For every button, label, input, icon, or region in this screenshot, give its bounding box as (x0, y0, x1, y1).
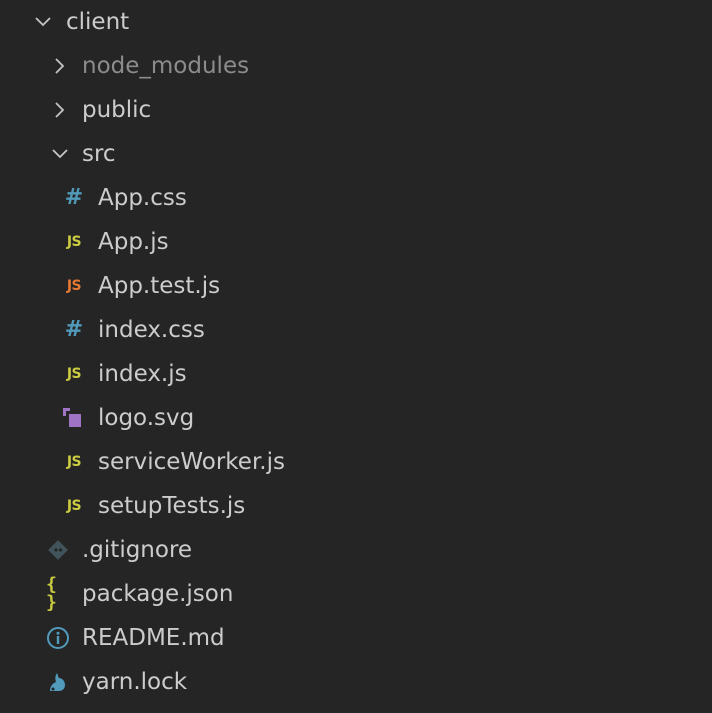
file-label: logo.svg (98, 405, 195, 431)
yarn-file-icon (46, 670, 70, 694)
folder-src[interactable]: src (0, 132, 712, 176)
file-logo-svg[interactable]: logo.svg (0, 396, 712, 440)
chevron-down-icon[interactable] (33, 12, 53, 32)
file-yarn-lock[interactable]: yarn.lock (0, 660, 712, 704)
file-app-js[interactable]: JS App.js (0, 220, 712, 264)
folder-public[interactable]: public (0, 88, 712, 132)
file-index-js[interactable]: JS index.js (0, 352, 712, 396)
javascript-file-icon: JS (66, 234, 82, 250)
folder-label: src (82, 141, 116, 167)
file-index-css[interactable]: # index.css (0, 308, 712, 352)
file-explorer-tree: client node_modules public src # App.css… (0, 0, 712, 713)
javascript-file-icon: JS (66, 454, 82, 470)
file-package-json[interactable]: { } package.json (0, 572, 712, 616)
file-setup-tests-js[interactable]: JS setupTests.js (0, 484, 712, 528)
chevron-right-icon[interactable] (50, 56, 70, 76)
file-label: setupTests.js (98, 493, 246, 519)
file-label: README.md (82, 625, 225, 651)
file-app-css[interactable]: # App.css (0, 176, 712, 220)
file-label: index.js (98, 361, 187, 387)
folder-label: node_modules (82, 53, 250, 79)
file-label: yarn.lock (82, 669, 188, 695)
git-file-icon (46, 538, 70, 562)
json-file-icon: { } (46, 574, 59, 613)
file-label: index.css (98, 317, 205, 343)
svg-file-icon (60, 406, 84, 430)
javascript-file-icon: JS (66, 366, 82, 382)
javascript-test-file-icon: JS (66, 278, 82, 294)
file-label: package.json (82, 581, 234, 607)
file-label: App.test.js (98, 273, 221, 299)
javascript-file-icon: JS (66, 498, 82, 514)
chevron-right-icon[interactable] (50, 100, 70, 120)
folder-label: public (82, 97, 152, 123)
file-label: serviceWorker.js (98, 449, 285, 475)
file-label: App.css (98, 185, 187, 211)
css-file-icon: # (64, 185, 84, 210)
file-gitignore[interactable]: .gitignore (0, 528, 712, 572)
file-label: .gitignore (82, 537, 193, 563)
folder-client[interactable]: client (0, 0, 712, 44)
file-service-worker-js[interactable]: JS serviceWorker.js (0, 440, 712, 484)
file-label: App.js (98, 229, 169, 255)
css-file-icon: # (64, 317, 84, 342)
info-file-icon (46, 626, 70, 650)
file-readme-md[interactable]: README.md (0, 616, 712, 660)
folder-node-modules[interactable]: node_modules (0, 44, 712, 88)
chevron-down-icon[interactable] (50, 144, 70, 164)
file-app-test-js[interactable]: JS App.test.js (0, 264, 712, 308)
folder-label: client (66, 9, 130, 35)
